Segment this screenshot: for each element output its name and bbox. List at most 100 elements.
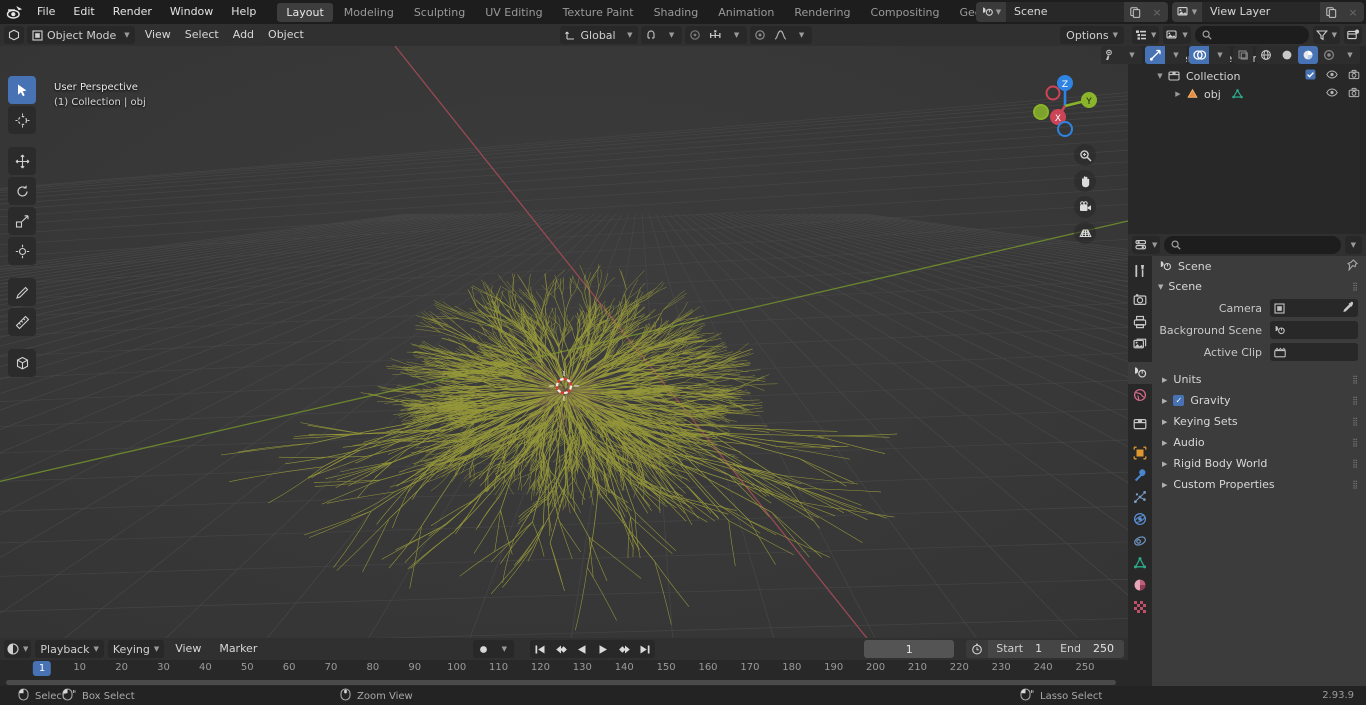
- xray-toggle-icon[interactable]: [1233, 46, 1253, 64]
- hide-in-viewport-icon[interactable]: [1326, 87, 1338, 101]
- snap-magnet-icon[interactable]: [640, 26, 661, 44]
- property-section-gravity[interactable]: ▶ ✓ Gravity ⣿: [1152, 390, 1366, 411]
- falloff-smooth-icon[interactable]: [749, 26, 770, 44]
- show-gizmo-icon[interactable]: [1145, 46, 1165, 64]
- transform-orientation-selector[interactable]: Global ▼: [559, 26, 638, 44]
- workspace-tab-shading[interactable]: Shading: [645, 3, 708, 22]
- property-section-units[interactable]: ▶ Units ⣿: [1152, 369, 1366, 390]
- blender-logo-icon[interactable]: [0, 0, 28, 24]
- eyedropper-icon[interactable]: [1341, 301, 1354, 316]
- property-field-camera[interactable]: [1270, 299, 1358, 317]
- menu-file[interactable]: File: [28, 0, 64, 24]
- ortho-persp-icon[interactable]: [1074, 222, 1096, 244]
- triangle-right-icon[interactable]: ▶: [1162, 460, 1167, 468]
- properties-modifier-tab[interactable]: [1128, 464, 1152, 486]
- properties-object-data-tab[interactable]: [1128, 552, 1152, 574]
- workspace-tab-compositing[interactable]: Compositing: [862, 3, 949, 22]
- visibility-chevron-icon[interactable]: ▼: [1122, 46, 1142, 64]
- annotate-tool-button[interactable]: [8, 278, 36, 306]
- overlays-chevron-icon[interactable]: ▼: [1210, 46, 1230, 64]
- playback-menu[interactable]: Playback ▼: [35, 640, 104, 658]
- properties-tool-tab[interactable]: [1128, 260, 1152, 282]
- properties-search-input[interactable]: [1164, 236, 1341, 254]
- cursor-tool-button[interactable]: [8, 106, 36, 134]
- move-tool-button[interactable]: [8, 147, 36, 175]
- triangle-right-icon[interactable]: ▶: [1162, 397, 1167, 405]
- end-frame-label[interactable]: End: [1052, 640, 1090, 658]
- property-section-rigid-body-world[interactable]: ▶ Rigid Body World ⣿: [1152, 453, 1366, 474]
- new-view-layer-icon[interactable]: [1320, 2, 1342, 22]
- menu-window[interactable]: Window: [161, 0, 222, 24]
- viewport-options-button[interactable]: Options ▼: [1060, 26, 1125, 44]
- unlink-view-layer-button[interactable]: ×: [1342, 2, 1364, 22]
- hide-in-viewport-icon[interactable]: [1326, 69, 1338, 83]
- viewport-menu-view[interactable]: View: [138, 26, 178, 44]
- auto-keying-icon[interactable]: [966, 640, 989, 658]
- mesh-data-icon[interactable]: [1231, 88, 1244, 100]
- properties-object-tab[interactable]: [1128, 442, 1152, 464]
- transform-tool-button[interactable]: [8, 237, 36, 265]
- outliner-filter-button[interactable]: ▼: [1312, 26, 1340, 44]
- show-overlays-icon[interactable]: [1189, 46, 1209, 64]
- outliner-row-collection[interactable]: ▼ Collection: [1128, 67, 1366, 85]
- properties-texture-tab[interactable]: [1128, 596, 1152, 618]
- solid-shading-icon[interactable]: [1277, 46, 1297, 64]
- view-layer-selector[interactable]: ▼ View Layer ×: [1172, 2, 1364, 22]
- viewport-menu-add[interactable]: Add: [226, 26, 261, 44]
- view-layer-icon[interactable]: ▼: [1172, 2, 1202, 22]
- jump-start-icon[interactable]: [530, 640, 551, 658]
- menu-edit[interactable]: Edit: [64, 0, 103, 24]
- object-visibility-icon[interactable]: [1101, 46, 1121, 64]
- outliner-search-input[interactable]: [1194, 26, 1309, 44]
- properties-constraints-tab[interactable]: [1128, 530, 1152, 552]
- new-collection-icon[interactable]: [1344, 26, 1362, 44]
- scene-icon[interactable]: ▼: [976, 2, 1006, 22]
- disable-in-renders-icon[interactable]: [1348, 87, 1360, 101]
- properties-physics-tab[interactable]: [1128, 508, 1152, 530]
- interaction-mode-selector[interactable]: Object Mode ▼: [27, 26, 135, 44]
- disable-in-renders-icon[interactable]: [1348, 69, 1360, 83]
- proportional-connected-icon[interactable]: [705, 26, 726, 44]
- property-field-active-clip[interactable]: [1270, 343, 1358, 361]
- gizmo-chevron-icon[interactable]: ▼: [1166, 46, 1186, 64]
- timeline-marker-menu[interactable]: Marker: [212, 640, 264, 658]
- workspace-tab-animation[interactable]: Animation: [709, 3, 783, 22]
- property-section-keying-sets[interactable]: ▶ Keying Sets ⣿: [1152, 411, 1366, 432]
- properties-particles-tab[interactable]: [1128, 486, 1152, 508]
- workspace-tab-uv-editing[interactable]: UV Editing: [476, 3, 551, 22]
- wireframe-shading-icon[interactable]: [1256, 46, 1276, 64]
- unlink-scene-button[interactable]: ×: [1146, 2, 1168, 22]
- triangle-right-icon[interactable]: ▶: [1162, 376, 1167, 384]
- property-section-custom-properties[interactable]: ▶ Custom Properties ⣿: [1152, 474, 1366, 495]
- zoom-icon[interactable]: [1074, 144, 1096, 166]
- collection-checkbox[interactable]: [1305, 69, 1316, 83]
- outliner-display-mode-button[interactable]: ▼: [1163, 26, 1191, 44]
- next-keyframe-icon[interactable]: [614, 640, 635, 658]
- timeline-playhead[interactable]: 1: [32, 661, 52, 676]
- current-frame-field[interactable]: 1: [864, 640, 955, 658]
- view-layer-name[interactable]: View Layer: [1202, 2, 1320, 22]
- menu-render[interactable]: Render: [104, 0, 161, 24]
- properties-world-tab[interactable]: [1128, 384, 1152, 406]
- rotate-tool-button[interactable]: [8, 177, 36, 205]
- menu-help[interactable]: Help: [222, 0, 265, 24]
- pin-icon[interactable]: [1346, 258, 1358, 274]
- scene-panel-header[interactable]: ▼ Scene ⣿: [1152, 276, 1366, 297]
- properties-collection-tab[interactable]: [1128, 413, 1152, 435]
- new-scene-icon[interactable]: [1124, 2, 1146, 22]
- section-checkbox[interactable]: ✓: [1173, 395, 1185, 406]
- start-frame-value[interactable]: 1: [1031, 640, 1053, 658]
- keying-menu[interactable]: Keying ▼: [107, 640, 165, 658]
- record-icon[interactable]: [473, 640, 494, 658]
- falloff-curve-icon[interactable]: [770, 26, 791, 44]
- triangle-right-icon[interactable]: ▶: [1162, 439, 1167, 447]
- outliner-row-obj[interactable]: ▶ obj: [1128, 85, 1366, 103]
- triangle-right-icon[interactable]: ▶: [1162, 481, 1167, 489]
- timeline-scrollbar[interactable]: [6, 680, 1116, 685]
- property-field-background-scene[interactable]: [1270, 321, 1358, 339]
- workspace-tab-sculpting[interactable]: Sculpting: [405, 3, 474, 22]
- properties-render-tab[interactable]: [1128, 289, 1152, 311]
- workspace-tab-texture-paint[interactable]: Texture Paint: [554, 3, 643, 22]
- property-section-audio[interactable]: ▶ Audio ⣿: [1152, 432, 1366, 453]
- navigation-gizmo[interactable]: Z Y X: [1028, 69, 1102, 143]
